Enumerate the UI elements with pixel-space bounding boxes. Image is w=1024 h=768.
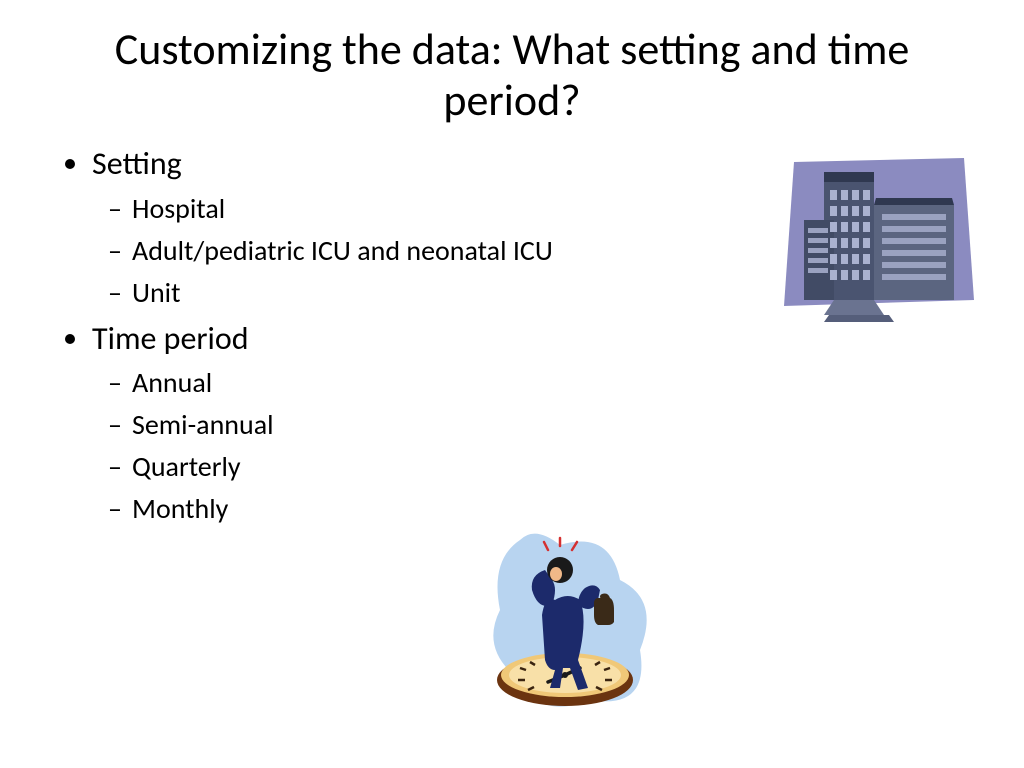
sublist-time-period: Annual Semi-annual Quarterly Monthly <box>92 362 964 530</box>
hospital-building-icon <box>774 150 984 330</box>
subitem: Semi-annual <box>132 404 964 446</box>
slide-title: Customizing the data: What setting and t… <box>0 0 1024 135</box>
stressed-man-on-clock-icon <box>460 520 670 720</box>
bullet-time-period: Time period Annual Semi-annual Quarterly… <box>92 316 964 530</box>
subitem: Annual <box>132 362 964 404</box>
subitem: Quarterly <box>132 446 964 488</box>
bullet-label: Setting <box>92 144 182 183</box>
bullet-label: Time period <box>92 319 249 358</box>
